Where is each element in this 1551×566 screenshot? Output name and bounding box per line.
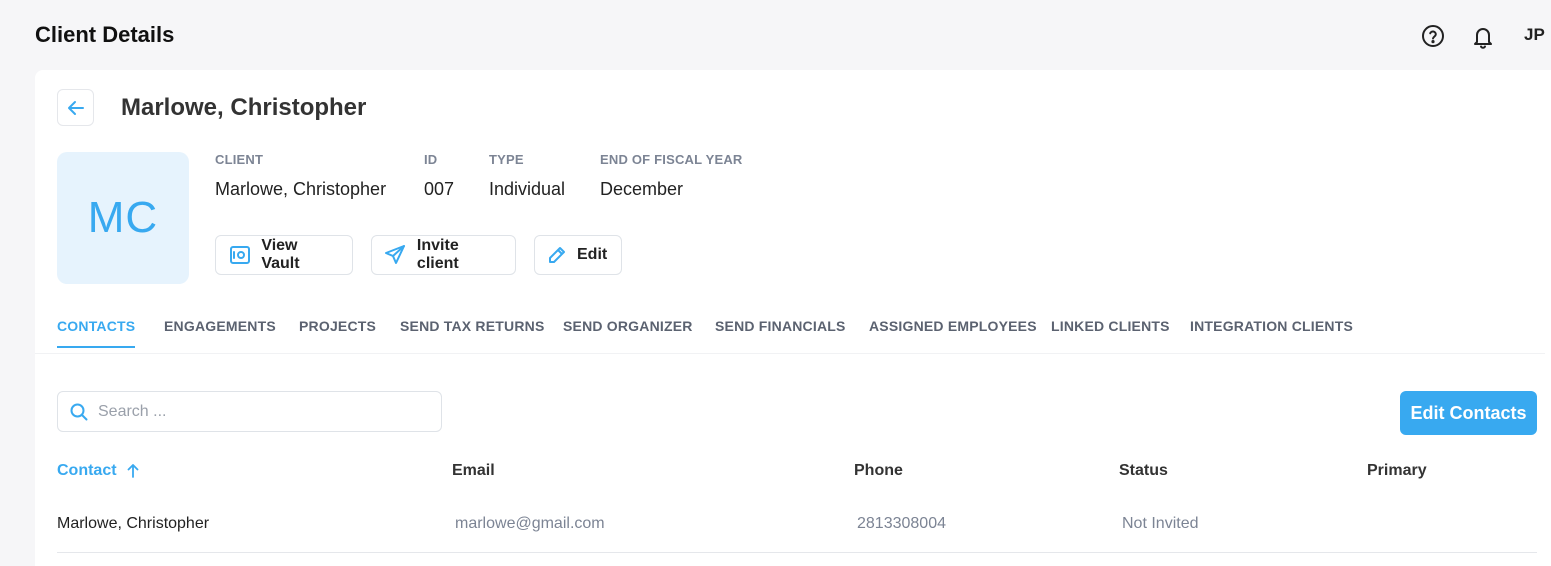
client-field-value: Marlowe, Christopher (215, 179, 387, 199)
edit-contacts-button[interactable]: Edit Contacts (1400, 391, 1537, 435)
phone-cell: 2813308004 (857, 515, 946, 532)
help-icon[interactable] (1419, 21, 1447, 51)
column-header-status[interactable]: Status (1119, 462, 1168, 480)
edit-label: Edit (577, 246, 608, 263)
client-avatar: MC (57, 152, 189, 284)
tab-linked-clients[interactable]: LINKED CLIENTS (1051, 318, 1170, 346)
tab-contacts[interactable]: CONTACTS (57, 318, 136, 348)
id-field: ID 007 (424, 152, 454, 200)
page-title: Client Details (35, 22, 175, 47)
view-vault-label: View Vault (261, 237, 300, 272)
type-field-label: TYPE (489, 152, 524, 167)
tab-send-organizer[interactable]: SEND ORGANIZER (563, 318, 693, 346)
contact-cell: Marlowe, Christopher (57, 515, 210, 532)
send-icon (384, 243, 407, 267)
column-header-email[interactable]: Email (452, 462, 495, 480)
view-vault-button[interactable]: View Vault (215, 235, 353, 275)
client-field-label: CLIENT (215, 152, 264, 167)
client-tabs: CONTACTS ENGAGEMENTS PROJECTS SEND TAX R… (35, 310, 1545, 354)
edit-button[interactable]: Edit (534, 235, 622, 275)
client-field: CLIENT Marlowe, Christopher (215, 152, 386, 200)
sort-ascending-icon (127, 464, 139, 478)
type-field-value: Individual (489, 179, 566, 199)
fiscal-year-field-label: END OF FISCAL YEAR (600, 152, 743, 167)
search-box (57, 391, 442, 432)
type-field: TYPE Individual (489, 152, 565, 200)
status-cell: Not Invited (1122, 515, 1199, 532)
search-input[interactable] (98, 402, 418, 421)
column-header-contact[interactable]: Contact (57, 462, 139, 480)
invite-client-label: Invite client (416, 237, 459, 272)
column-header-primary[interactable]: Primary (1367, 462, 1427, 480)
id-field-value: 007 (424, 179, 455, 199)
back-button[interactable] (57, 89, 94, 126)
tab-projects[interactable]: PROJECTS (299, 318, 376, 346)
client-details-card: Marlowe, Christopher MC CLIENT Marlowe, … (35, 70, 1551, 566)
tab-assigned-employees[interactable]: ASSIGNED EMPLOYEES (869, 318, 1037, 346)
arrow-left-icon (67, 100, 84, 115)
tab-integration-clients[interactable]: INTEGRATION CLIENTS (1190, 318, 1353, 346)
search-icon (70, 403, 88, 421)
email-cell: marlowe@gmail.com (455, 515, 605, 532)
tab-engagements[interactable]: ENGAGEMENTS (164, 318, 276, 346)
tab-send-tax-returns[interactable]: SEND TAX RETURNS (400, 318, 545, 346)
column-header-phone[interactable]: Phone (854, 462, 903, 480)
notification-bell-icon[interactable] (1469, 22, 1497, 52)
fiscal-year-field-value: December (600, 179, 684, 199)
invite-client-button[interactable]: Invite client (371, 235, 516, 275)
table-row[interactable]: Marlowe, Christopher marlowe@gmail.com 2… (57, 502, 1537, 553)
vault-icon (228, 243, 251, 267)
user-avatar[interactable]: JP (1524, 25, 1545, 45)
column-header-label: Contact (57, 462, 117, 479)
tab-send-financials[interactable]: SEND FINANCIALS (715, 318, 846, 346)
client-name-heading: Marlowe, Christopher (121, 94, 367, 121)
top-bar: Client Details JP (0, 0, 1551, 70)
pencil-icon (547, 243, 567, 267)
id-field-label: ID (424, 152, 438, 167)
fiscal-year-field: END OF FISCAL YEAR December (600, 152, 743, 200)
